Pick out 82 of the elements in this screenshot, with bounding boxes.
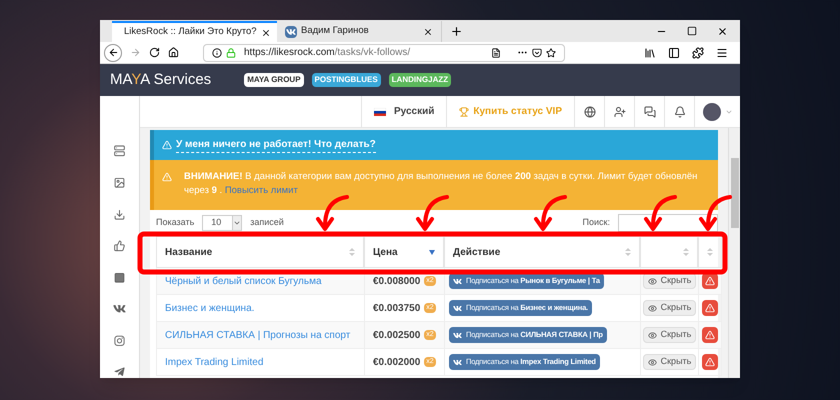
vk-icon[interactable]: [113, 303, 126, 315]
avatar[interactable]: [702, 102, 720, 120]
warning-text: ВНИМАНИЕ! В данной категории вам доступно для выполнения не более 200 задач в сутки. Лимит будет обновлён через 9 . Повысить лимит: [184, 170, 698, 198]
eye-icon: [648, 304, 657, 312]
chat-icon[interactable]: [644, 106, 656, 118]
russian-flag-icon: [374, 108, 386, 116]
extension-icon[interactable]: [692, 46, 704, 58]
star-icon[interactable]: [546, 48, 556, 58]
tab-title: Вадим Гаринов: [301, 24, 369, 38]
paper-plane-icon[interactable]: [113, 366, 126, 378]
reload-icon[interactable]: [149, 47, 160, 58]
arrow: [316, 195, 349, 231]
arrow: [644, 195, 677, 231]
language-link[interactable]: Русский: [394, 104, 434, 119]
vk-icon: [453, 276, 462, 286]
globe-icon[interactable]: [584, 106, 596, 118]
eye-icon: [648, 330, 657, 340]
nav-badge[interactable]: MAYA GROUP: [244, 73, 304, 87]
vk-icon: [453, 304, 462, 312]
browser-tab[interactable]: LikesRock :: Лайки Это Круто?: [112, 21, 277, 42]
task-link[interactable]: Бизнес и женщина.: [165, 300, 254, 316]
caret-icon: [232, 216, 242, 230]
show-label: Показать: [156, 216, 194, 230]
warning-icon: [162, 140, 172, 150]
eye-icon: [648, 358, 657, 366]
server-icon[interactable]: [113, 145, 126, 157]
price-text: €0.008000: [373, 274, 420, 288]
price-text: €0.002500: [373, 328, 420, 342]
close-icon[interactable]: [260, 28, 271, 38]
report-button[interactable]: [702, 327, 718, 343]
info-icon: [212, 48, 222, 58]
image-icon[interactable]: [113, 176, 126, 189]
warning-icon: [705, 303, 715, 313]
instagram-icon[interactable]: [113, 334, 126, 346]
back-button[interactable]: [104, 44, 122, 62]
user-plus-icon[interactable]: [614, 106, 626, 118]
tab-title: LikesRock :: Лайки Это Круто?: [124, 25, 257, 40]
warning-icon: [705, 276, 715, 286]
back-arrow-icon: [108, 47, 118, 58]
warning-icon: [162, 172, 172, 182]
menu-icon[interactable]: [716, 46, 728, 58]
price-text: €0.002000: [373, 356, 420, 370]
download-icon[interactable]: [113, 208, 126, 220]
vk-icon: [285, 26, 297, 38]
lock-icon: [226, 48, 236, 58]
logo-text: MAYA Services: [110, 70, 212, 90]
report-button[interactable]: [702, 354, 718, 370]
close-icon[interactable]: [717, 26, 728, 37]
pocket-icon[interactable]: [532, 48, 542, 58]
notification-icon[interactable]: [674, 106, 686, 118]
search-field[interactable]: [618, 214, 718, 232]
hide-button[interactable]: Скрыть: [642, 354, 696, 370]
page-size-select[interactable]: 10: [202, 215, 242, 231]
square-icon[interactable]: [113, 272, 126, 284]
address-field[interactable]: https://likesrock.com/tasks/vk-follows/: [203, 44, 565, 62]
scrollbar[interactable]: [728, 128, 740, 378]
library-icon[interactable]: [644, 46, 656, 58]
report-button[interactable]: [702, 300, 718, 316]
search-label: Поиск:: [582, 216, 610, 230]
reader-icon[interactable]: [491, 48, 501, 58]
sort-desc-icon[interactable]: [429, 248, 435, 256]
hide-button[interactable]: Скрыть: [642, 300, 696, 316]
sidebar-icon[interactable]: [668, 46, 680, 58]
vk-icon: [453, 358, 462, 366]
entries-label: записей: [250, 216, 284, 230]
trophy-icon: [459, 106, 470, 116]
maximize-icon[interactable]: [687, 26, 697, 36]
thumbs-up-icon[interactable]: [113, 240, 126, 252]
arrow: [534, 195, 567, 231]
close-icon[interactable]: [423, 26, 433, 36]
arrow: [416, 195, 449, 231]
warning-icon: [705, 330, 715, 340]
task-link[interactable]: Impex Trading Limited: [165, 354, 264, 370]
price-text: €0.003750: [373, 302, 420, 316]
hide-button[interactable]: Скрыть: [642, 327, 696, 343]
home-icon[interactable]: [168, 47, 179, 58]
warning-icon: [705, 357, 715, 367]
url-text: https://likesrock.com/tasks/vk-follows/: [244, 46, 410, 60]
new-tab-icon[interactable]: [450, 25, 463, 38]
eye-icon: [648, 276, 657, 286]
vk-icon: [453, 330, 462, 340]
arrow: [699, 195, 732, 231]
